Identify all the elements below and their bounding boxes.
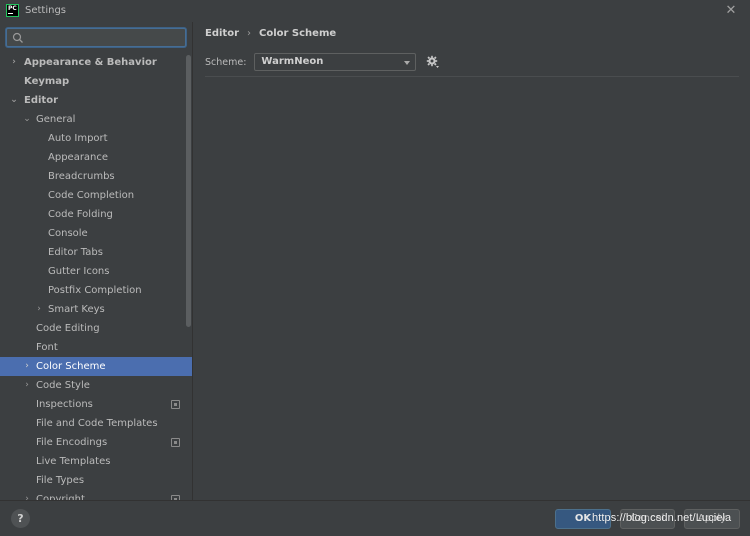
scheme-dropdown[interactable]: WarmNeon [254,53,417,71]
sidebar-item-postfix-completion[interactable]: Postfix Completion [0,281,192,300]
scheme-actions-button[interactable] [426,55,440,69]
sidebar-item-code-editing[interactable]: Code Editing [0,319,192,338]
sidebar-item-label: Font [36,342,58,353]
sidebar-item-label: Smart Keys [48,304,105,315]
breadcrumb-item-editor[interactable]: Editor [205,28,239,39]
scheme-label: Scheme: [205,56,247,68]
sidebar-item-general[interactable]: ⌄ General [0,110,192,129]
settings-sidebar: › Appearance & Behavior Keymap ⌄ Editor ⌄ Gene… [0,22,193,500]
window-title: Settings [25,5,67,16]
sidebar-item-label: Appearance [48,152,109,163]
breadcrumb-separator-icon: › [247,28,251,39]
settings-search-input[interactable] [27,30,182,45]
sidebar-item-breadcrumbs[interactable]: Breadcrumbs [0,167,192,186]
chevron-right-icon[interactable]: › [34,300,44,319]
search-icon [12,32,23,43]
sidebar-item-font[interactable]: Font [0,338,192,357]
sidebar-item-label: Keymap [24,76,70,87]
color-scheme-panel: Editor › Color Scheme Scheme: WarmNeon [194,22,750,500]
sidebar-item-label: File Encodings [36,437,108,448]
sidebar-item-inspections[interactable]: Inspections [0,395,192,414]
sidebar-item-label: Copyright [36,494,85,500]
sidebar-item-keymap[interactable]: Keymap [0,72,192,91]
sidebar-item-auto-import[interactable]: Auto Import [0,129,192,148]
sidebar-item-label: Editor Tabs [48,247,103,258]
sidebar-item-gutter-icons[interactable]: Gutter Icons [0,262,192,281]
chevron-down-icon[interactable]: ⌄ [22,110,32,129]
watermark-text: https://blog.csdn.net/Luciela [592,512,732,524]
settings-search-box[interactable] [6,28,186,47]
chevron-right-icon[interactable]: › [22,376,32,395]
sidebar-item-smart-keys[interactable]: › Smart Keys [0,300,192,319]
sidebar-item-label: Code Completion [48,190,135,201]
sidebar-item-label: Code Style [36,380,90,391]
breadcrumb: Editor › Color Scheme [205,28,336,39]
sidebar-item-code-completion[interactable]: Code Completion [0,186,192,205]
gear-icon [427,55,440,68]
sidebar-item-live-templates[interactable]: Live Templates [0,452,192,471]
sidebar-item-label: Breadcrumbs [48,171,115,182]
scheme-selected-value: WarmNeon [261,56,324,67]
chevron-right-icon[interactable]: › [22,357,32,376]
sidebar-item-label: Live Templates [36,456,111,467]
sidebar-item-label: Color Scheme [36,361,106,372]
sidebar-item-label: Gutter Icons [48,266,110,277]
sidebar-item-code-style[interactable]: › Code Style [0,376,192,395]
sidebar-item-label: Auto Import [48,133,108,144]
help-button[interactable]: ? [11,509,30,528]
sidebar-item-label: Console [48,228,88,239]
sidebar-scrollbar-thumb[interactable] [186,55,191,327]
sidebar-item-label: Code Editing [36,323,100,334]
breadcrumb-item-color-scheme: Color Scheme [259,28,337,39]
sidebar-item-label: General [36,114,76,125]
chevron-right-icon[interactable]: › [22,490,32,500]
sidebar-item-appearance[interactable]: Appearance [0,148,192,167]
sidebar-item-label: Appearance & Behavior [24,57,157,68]
pycharm-app-icon: PC [6,4,19,17]
section-divider [205,76,739,77]
sidebar-item-label: File Types [36,475,85,486]
chevron-down-icon[interactable]: ⌄ [9,91,19,110]
chevron-right-icon[interactable]: › [9,53,19,72]
title-bar: PC Settings ✕ [0,0,750,22]
sidebar-item-editor[interactable]: ⌄ Editor [0,91,192,110]
sidebar-item-color-scheme[interactable]: › Color Scheme [0,357,192,376]
sidebar-item-file-and-code-templates[interactable]: File and Code Templates [0,414,192,433]
sidebar-item-console[interactable]: Console [0,224,192,243]
sidebar-item-copyright[interactable]: › Copyright [0,490,192,500]
sidebar-item-file-encodings[interactable]: File Encodings [0,433,192,452]
chevron-down-icon [404,61,411,65]
close-icon[interactable]: ✕ [724,4,738,18]
sidebar-item-label: Editor [24,95,58,106]
sidebar-item-editor-tabs[interactable]: Editor Tabs [0,243,192,262]
sidebar-item-appearance-behavior[interactable]: › Appearance & Behavior [0,53,192,72]
sidebar-item-label: Postfix Completion [48,285,142,296]
sidebar-item-file-types[interactable]: File Types [0,471,192,490]
sidebar-item-code-folding[interactable]: Code Folding [0,205,192,224]
sidebar-item-label: Inspections [36,399,93,410]
sidebar-item-label: Code Folding [48,209,113,220]
project-scope-icon [171,400,180,409]
settings-tree: › Appearance & Behavior Keymap ⌄ Editor ⌄ Gene… [0,53,192,500]
scheme-row: Scheme: WarmNeon [205,53,440,71]
project-scope-icon [171,438,180,447]
sidebar-item-label: File and Code Templates [36,418,158,429]
